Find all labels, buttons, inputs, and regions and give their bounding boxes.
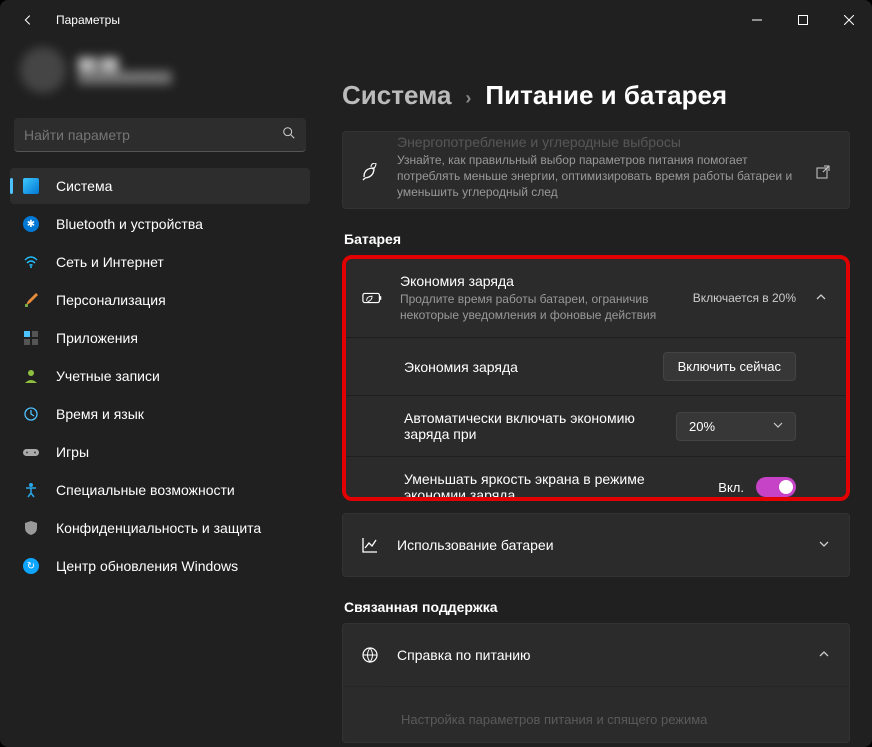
apps-icon <box>22 329 40 347</box>
globe-help-icon <box>359 646 381 664</box>
battery-saver-header[interactable]: Экономия заряда Продлите время работы ба… <box>346 259 846 337</box>
section-related-label: Связанная поддержка <box>344 599 850 615</box>
dropdown-value: 20% <box>689 419 715 434</box>
battery-saver-card: Экономия заряда Продлите время работы ба… <box>346 259 846 501</box>
toggle-state-label: Вкл. <box>718 480 744 495</box>
breadcrumb: Система › Питание и батарея <box>342 40 850 131</box>
nav-gaming[interactable]: Игры <box>10 434 310 470</box>
saver-auto-row: Автоматически включать экономию заряда п… <box>346 395 846 456</box>
enable-now-button[interactable]: Включить сейчас <box>663 352 796 381</box>
settings-window: Параметры ██ ██ ████████████ <box>0 0 872 747</box>
external-link-icon[interactable] <box>813 165 833 182</box>
nav-label: Время и язык <box>56 406 298 422</box>
brightness-toggle[interactable] <box>756 477 796 497</box>
person-icon <box>22 367 40 385</box>
energy-card[interactable]: Энергопотребление и углеродные выбросы У… <box>342 131 850 209</box>
help-title: Справка по питанию <box>397 647 799 663</box>
leaf-icon <box>359 163 381 183</box>
nav-accounts[interactable]: Учетные записи <box>10 358 310 394</box>
nav-label: Центр обновления Windows <box>56 558 298 574</box>
breadcrumb-root[interactable]: Система <box>342 80 451 111</box>
gamepad-icon <box>22 443 40 461</box>
chevron-up-icon <box>812 291 830 306</box>
sidebar: ██ ██ ████████████ Система ✱ Blue <box>0 40 320 747</box>
nav-accessibility[interactable]: Специальные возможности <box>10 472 310 508</box>
shield-icon <box>22 519 40 537</box>
nav-bluetooth[interactable]: ✱ Bluetooth и устройства <box>10 206 310 242</box>
help-sub-hint[interactable]: Настройка параметров питания и спящего р… <box>401 712 799 727</box>
nav-personalization[interactable]: Персонализация <box>10 282 310 318</box>
saver-enable-label: Экономия заряда <box>404 359 647 375</box>
nav-label: Конфиденциальность и защита <box>56 520 298 536</box>
nav-system[interactable]: Система <box>10 168 310 204</box>
battery-usage-card[interactable]: Использование батареи <box>342 513 850 577</box>
globe-clock-icon <box>22 405 40 423</box>
nav-label: Bluetooth и устройства <box>56 216 298 232</box>
maximize-button[interactable] <box>780 4 826 36</box>
saver-auto-label: Автоматически включать экономию заряда п… <box>404 410 660 442</box>
title-bar: Параметры <box>0 0 872 40</box>
nav-label: Учетные записи <box>56 368 298 384</box>
chevron-down-icon <box>773 420 783 433</box>
nav-privacy[interactable]: Конфиденциальность и защита <box>10 510 310 546</box>
saver-brightness-row: Уменьшать яркость экрана в режиме эконом… <box>346 456 846 501</box>
window-title: Параметры <box>56 13 120 27</box>
nav-label: Сеть и Интернет <box>56 254 298 270</box>
nav-label: Специальные возможности <box>56 482 298 498</box>
battery-leaf-icon <box>362 290 384 306</box>
search-box[interactable] <box>14 118 306 152</box>
nav-label: Система <box>56 178 298 194</box>
breadcrumb-current: Питание и батарея <box>485 80 727 111</box>
search-icon <box>282 126 296 143</box>
auto-threshold-dropdown[interactable]: 20% <box>676 412 796 441</box>
help-card[interactable]: Справка по питанию Настройка параметров … <box>342 623 850 743</box>
nav-label: Приложения <box>56 330 298 346</box>
update-icon: ↻ <box>22 557 40 575</box>
nav-time[interactable]: Время и язык <box>10 396 310 432</box>
section-battery-label: Батарея <box>344 231 850 247</box>
wifi-icon <box>22 253 40 271</box>
chart-icon <box>359 536 381 554</box>
highlight-frame: Экономия заряда Продлите время работы ба… <box>342 255 850 501</box>
saver-status: Включается в 20% <box>693 291 796 305</box>
minimize-button[interactable] <box>734 4 780 36</box>
nav-update[interactable]: ↻ Центр обновления Windows <box>10 548 310 584</box>
nav-list: Система ✱ Bluetooth и устройства Сеть и … <box>10 168 310 584</box>
main-content: Система › Питание и батарея Энергопотреб… <box>320 40 872 747</box>
avatar <box>20 47 66 93</box>
saver-enable-row: Экономия заряда Включить сейчас <box>346 337 846 395</box>
nav-apps[interactable]: Приложения <box>10 320 310 356</box>
chevron-right-icon: › <box>465 88 471 109</box>
search-input[interactable] <box>24 127 282 143</box>
energy-title: Энергопотребление и углеродные выбросы <box>397 134 797 150</box>
close-button[interactable] <box>826 4 872 36</box>
energy-desc: Узнайте, как правильный выбор параметров… <box>397 152 797 201</box>
nav-network[interactable]: Сеть и Интернет <box>10 244 310 280</box>
saver-desc: Продлите время работы батареи, ограничив… <box>400 291 677 323</box>
profile-block[interactable]: ██ ██ ████████████ <box>10 40 310 100</box>
nav-label: Персонализация <box>56 292 298 308</box>
accessibility-icon <box>22 481 40 499</box>
nav-label: Игры <box>56 444 298 460</box>
chevron-down-icon <box>815 538 833 553</box>
brush-icon <box>22 291 40 309</box>
saver-title: Экономия заряда <box>400 273 677 289</box>
back-button[interactable] <box>12 4 44 36</box>
system-icon <box>22 177 40 195</box>
usage-title: Использование батареи <box>397 537 799 553</box>
bluetooth-icon: ✱ <box>22 215 40 233</box>
saver-brightness-label: Уменьшать яркость экрана в режиме эконом… <box>404 471 702 501</box>
chevron-up-icon <box>815 648 833 663</box>
